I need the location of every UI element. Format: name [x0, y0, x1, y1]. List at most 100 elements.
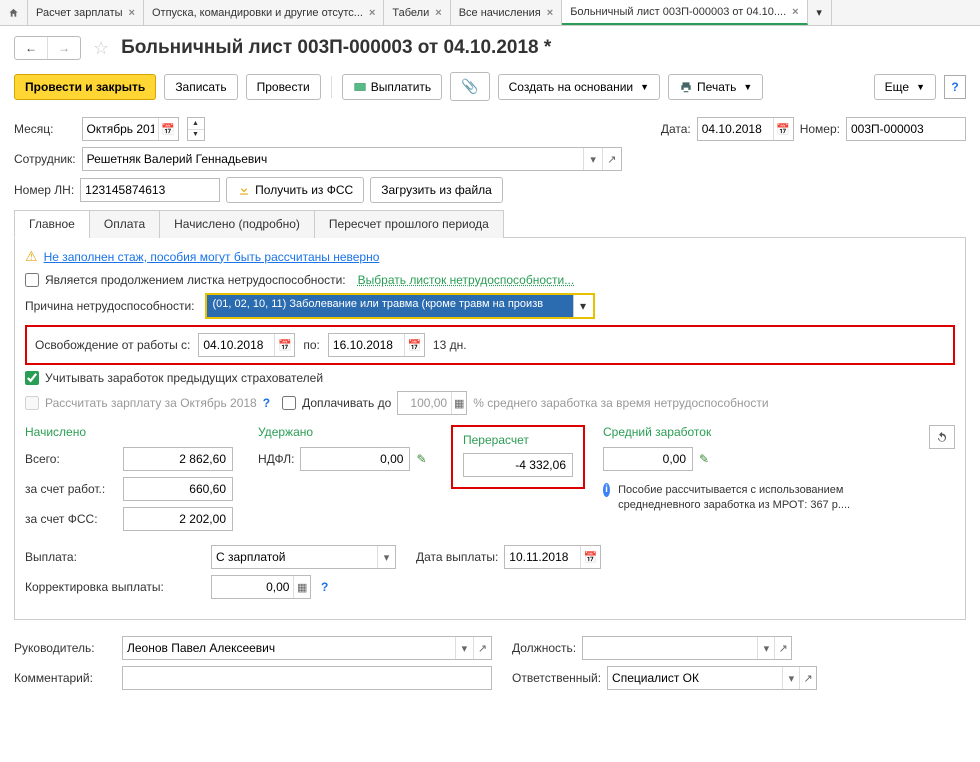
close-icon[interactable]: ×	[369, 7, 375, 19]
more-button[interactable]: Еще▼	[874, 74, 936, 100]
warning-link[interactable]: Не заполнен стаж, пособия могут быть рас…	[44, 250, 380, 264]
cause-select[interactable]: (01, 02, 10, 11) Заболевание или травма …	[205, 293, 595, 319]
warning-icon: ⚠	[25, 248, 38, 265]
avg-field[interactable]	[603, 447, 693, 471]
calendar-icon[interactable]: 📅	[580, 546, 600, 568]
tabs-overflow[interactable]: ▾	[808, 0, 832, 25]
date-from-field[interactable]: 📅	[198, 333, 295, 357]
load-file-button[interactable]: Загрузить из файла	[370, 177, 503, 203]
payment-select[interactable]: ▾	[211, 545, 396, 569]
prev-insurers-checkbox[interactable]	[25, 371, 39, 385]
number-field[interactable]	[846, 117, 966, 141]
comment-field[interactable]	[122, 666, 492, 690]
fss-field[interactable]	[123, 507, 233, 531]
main-pane: ⚠ Не заполнен стаж, пособия могут быть р…	[14, 238, 966, 620]
chevron-down-icon[interactable]: ▾	[573, 295, 593, 317]
employer-label: за счет работ.:	[25, 482, 117, 496]
position-field[interactable]: ▾ ↗	[582, 636, 792, 660]
ln-field[interactable]	[80, 178, 220, 202]
help-icon[interactable]: ?	[263, 396, 270, 410]
correction-field[interactable]: ▦	[211, 575, 311, 599]
create-based-button[interactable]: Создать на основании▼	[498, 74, 660, 100]
tab-accruals[interactable]: Все начисления×	[451, 0, 563, 25]
top-tabs: Расчет зарплаты× Отпуска, командировки и…	[0, 0, 980, 26]
topup-field: ▦	[397, 391, 467, 415]
employee-field[interactable]: ▾ ↗	[82, 147, 622, 171]
date-to-field[interactable]: 📅	[328, 333, 425, 357]
help-button[interactable]: ?	[944, 75, 966, 99]
release-period-box: Освобождение от работы с: 📅 по: 📅 13 дн.	[25, 325, 955, 365]
total-field[interactable]	[123, 447, 233, 471]
pencil-icon[interactable]: ✎	[416, 452, 426, 466]
select-sheet-link[interactable]: Выбрать листок нетрудоспособности...	[358, 273, 575, 287]
responsible-label: Ответственный:	[512, 671, 601, 685]
month-stepper[interactable]: ▲▼	[187, 117, 205, 141]
page-title: Больничный лист 003П-000003 от 04.10.201…	[121, 37, 551, 59]
subtab-pay[interactable]: Оплата	[89, 210, 160, 238]
subtabs: Главное Оплата Начислено (подробно) Пере…	[14, 209, 966, 238]
tab-payroll[interactable]: Расчет зарплаты×	[28, 0, 144, 25]
open-icon[interactable]: ↗	[799, 667, 816, 689]
paydate-field[interactable]: 📅	[504, 545, 601, 569]
chevron-down-icon[interactable]: ▾	[757, 637, 774, 659]
ndfl-field[interactable]	[300, 447, 410, 471]
pencil-icon[interactable]: ✎	[699, 452, 709, 466]
month-field[interactable]: 📅	[82, 117, 179, 141]
refresh-button[interactable]	[929, 425, 955, 449]
number-label: Номер:	[800, 122, 840, 136]
subtab-recalc[interactable]: Пересчет прошлого периода	[314, 210, 504, 238]
open-icon[interactable]: ↗	[774, 637, 791, 659]
back-button[interactable]: ←	[15, 37, 48, 59]
total-label: Всего:	[25, 452, 117, 466]
tab-sickleave[interactable]: Больничный лист 003П-000003 от 04.10....…	[562, 0, 807, 25]
get-fss-button[interactable]: Получить из ФСС	[226, 177, 364, 203]
info-text: Пособие рассчитывается с использованием …	[618, 483, 853, 514]
calendar-icon[interactable]: 📅	[404, 334, 424, 356]
manager-field[interactable]: ▾ ↗	[122, 636, 492, 660]
pay-button[interactable]: Выплатить	[342, 74, 443, 100]
print-button[interactable]: Печать▼	[668, 74, 763, 100]
calc-icon[interactable]: ▦	[293, 576, 310, 598]
main-toolbar: Провести и закрыть Записать Провести Вып…	[0, 68, 980, 111]
topup-checkbox[interactable]	[282, 396, 296, 410]
chevron-down-icon[interactable]: ▾	[583, 148, 602, 170]
tab-timesheets[interactable]: Табели×	[384, 0, 450, 25]
date-label: Дата:	[661, 122, 691, 136]
close-icon[interactable]: ×	[547, 7, 553, 19]
open-icon[interactable]: ↗	[473, 637, 491, 659]
calendar-icon[interactable]: 📅	[773, 118, 793, 140]
calc-salary-checkbox	[25, 396, 39, 410]
save-button[interactable]: Записать	[164, 74, 237, 100]
favorite-icon[interactable]: ☆	[93, 38, 109, 59]
tab-absences[interactable]: Отпуска, командировки и другие отсутс...…	[144, 0, 384, 25]
days-text: 13 дн.	[433, 338, 467, 352]
close-icon[interactable]: ×	[129, 7, 135, 19]
recalc-header: Перерасчет	[463, 433, 573, 447]
calendar-icon[interactable]: 📅	[158, 118, 178, 140]
continuation-checkbox[interactable]	[25, 273, 39, 287]
home-tab[interactable]	[0, 0, 28, 25]
employer-field[interactable]	[123, 477, 233, 501]
position-label: Должность:	[512, 641, 576, 655]
post-button[interactable]: Провести	[246, 74, 321, 100]
chevron-down-icon[interactable]: ▾	[782, 667, 799, 689]
step-down[interactable]: ▼	[188, 130, 204, 141]
chevron-down-icon[interactable]: ▾	[455, 637, 473, 659]
recalc-field[interactable]	[463, 453, 573, 477]
calendar-icon[interactable]: 📅	[274, 334, 294, 356]
nav-arrows: ← →	[14, 36, 81, 60]
chevron-down-icon[interactable]: ▾	[377, 546, 395, 568]
close-icon[interactable]: ×	[435, 7, 441, 19]
close-icon[interactable]: ×	[792, 6, 798, 18]
help-icon[interactable]: ?	[321, 580, 328, 594]
forward-button[interactable]: →	[48, 37, 80, 59]
subtab-main[interactable]: Главное	[14, 210, 90, 238]
responsible-field[interactable]: ▾ ↗	[607, 666, 817, 690]
open-icon[interactable]: ↗	[602, 148, 621, 170]
post-close-button[interactable]: Провести и закрыть	[14, 74, 156, 100]
date-field[interactable]: 📅	[697, 117, 794, 141]
subtab-accrued[interactable]: Начислено (подробно)	[159, 210, 315, 238]
topup-suffix: % среднего заработка за время нетрудоспо…	[473, 396, 768, 410]
attach-button[interactable]: 📎	[450, 72, 489, 101]
step-up[interactable]: ▲	[188, 118, 204, 130]
